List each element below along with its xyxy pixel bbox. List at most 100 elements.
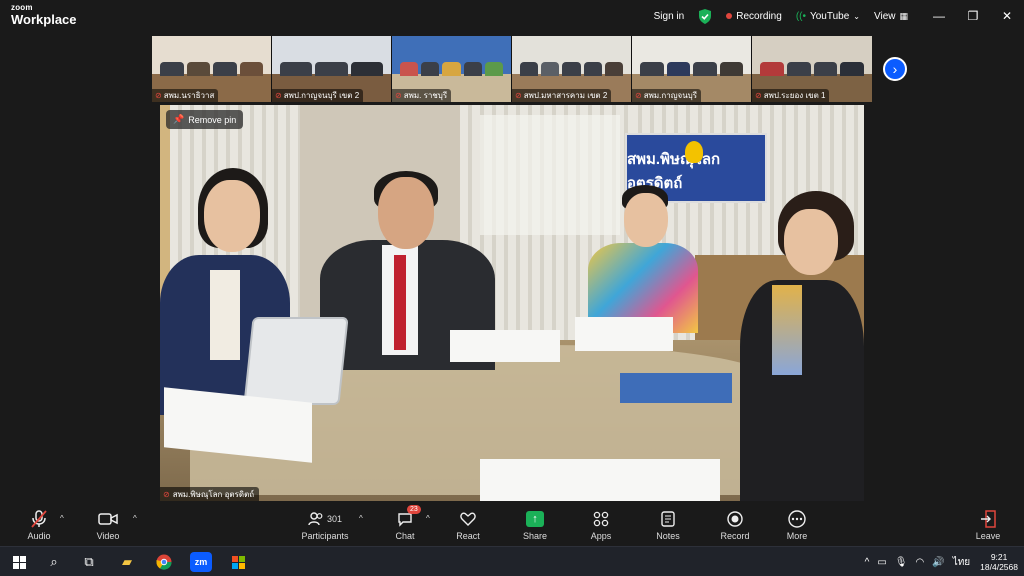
thumbnail-tile[interactable]: ⊘ สพม.นราธิวาส [152,36,272,102]
participants-options-chevron-icon[interactable]: ^ [359,514,363,523]
microphone-icon[interactable]: 🎙 [895,557,908,568]
react-label: React [456,531,480,541]
chat-label: Chat [395,531,415,541]
restore-button[interactable]: ❐ [956,0,990,32]
chat-button[interactable]: 23 Chat [377,505,433,541]
mic-muted-icon: ⊘ [275,91,282,100]
participant-thumbnail-strip: ⊘ สพม.นราธิวาส ⊘ สพป.กาญจนบุรี เขต 2 ⊘ สพม.… [152,36,872,102]
leave-label: Leave [975,531,1001,541]
view-label: View [873,10,896,22]
record-button[interactable]: Record [707,508,763,541]
mic-muted-icon: ⊘ [515,91,522,100]
file-explorer-icon[interactable]: ▰ [116,552,138,572]
thumbnail-label: สพป.กาญจนบุรี เขต 2 [283,91,360,100]
thumbnail-label: สพม.นราธิวาส [163,91,215,100]
thumbnail-label: สพป.มหาสารคาม เขต 2 [523,91,608,100]
wifi-icon[interactable]: ◠ [916,557,925,568]
windows-taskbar: ⌕ ⧉ ▰ zm ^ ▭ 🎙 ◠ 🔊 ไทย 9:21 18/4/2568 [0,546,1024,576]
leave-door-icon [980,508,996,530]
main-video-tile[interactable]: สพม.พิษณุโลก อุตรดิตถ์ ⊘ สพม.พิษณุโลก อุ… [160,105,864,501]
next-page-button[interactable]: › [883,57,907,81]
thumbnail-tile[interactable]: ⊘ สพม.กาญจนบุรี [632,36,752,102]
thumbnail-tile[interactable]: ⊘ สพป.ระยอง เขต 1 [752,36,872,102]
minimize-button[interactable]: — [922,0,956,32]
video-options-chevron-icon[interactable]: ^ [133,514,137,523]
close-icon: ✕ [1001,9,1013,23]
participant-name-tag: ⊘ สพม.พิษณุโลก อุตรดิตถ์ [160,487,260,501]
audio-label: Audio [27,531,51,541]
sign-logo-icon [685,141,703,163]
notes-icon [661,508,675,530]
clock-date: 18/4/2568 [980,562,1018,572]
live-stream-icon: ((• [795,10,806,22]
zoom-taskbar-icon[interactable]: zm [190,552,212,572]
participant-name: สพม.พิษณุโลก อุตรดิตถ์ [172,489,255,499]
participants-icon: 301 [308,508,342,530]
react-button[interactable]: React [440,508,496,541]
title-bar: zoom Workplace Sign in Recording ((• You… [0,0,1024,32]
more-button[interactable]: More [769,508,825,541]
close-button[interactable]: ✕ [990,0,1024,32]
pin-icon: 📌 [173,114,185,124]
participants-label: Participants [301,531,349,541]
share-screen-icon: ↑ [526,511,544,527]
task-view-icon[interactable]: ⧉ [78,552,100,572]
mic-muted-icon: ⊘ [155,91,162,100]
chevron-up-icon[interactable]: ^ [865,557,870,568]
thumbnail-tile[interactable]: ⊘ สพป.มหาสารคาม เขต 2 [512,36,632,102]
remove-pin-label: Remove pin [188,114,237,125]
leave-button[interactable]: Leave [960,508,1016,541]
record-label: Record [720,531,750,541]
grid-view-icon: ▦ [899,10,908,21]
chat-bubble-icon: 23 [397,505,421,530]
app-grid-icon[interactable] [227,552,249,572]
share-button[interactable]: ↑ Share [507,508,563,541]
sign-in-button[interactable]: Sign in [654,11,685,22]
security-shield-icon[interactable] [698,8,712,24]
participants-count: 301 [326,514,343,524]
recording-dot-icon [726,13,733,19]
thumbnail-label: สพม. ราชบุรี [403,91,448,100]
view-button[interactable]: View ▦ [874,11,908,22]
tray-app-icon[interactable]: ▭ [877,557,886,568]
chevron-right-icon: › [892,61,898,77]
record-icon [727,508,743,530]
recording-indicator[interactable]: Recording [726,11,782,22]
video-label: Video [96,531,120,541]
chat-options-chevron-icon[interactable]: ^ [426,514,430,523]
mic-muted-icon: ⊘ [755,91,762,100]
video-button[interactable]: Video [80,508,136,541]
input-language[interactable]: ไทย [953,555,970,570]
apps-button[interactable]: Apps [573,508,629,541]
sign-in-label: Sign in [653,10,685,22]
chat-unread-badge: 23 [407,505,421,514]
notes-button[interactable]: Notes [640,508,696,541]
remove-pin-button[interactable]: 📌 Remove pin [166,110,244,129]
audio-button[interactable]: Audio [11,508,67,541]
thumbnail-label: สพป.ระยอง เขต 1 [763,91,826,100]
more-dots-icon [788,508,806,530]
clock-time: 9:21 [990,551,1008,562]
more-label: More [786,531,808,541]
audio-options-chevron-icon[interactable]: ^ [60,514,64,523]
youtube-stream-button[interactable]: ((• YouTube ⌄ [796,11,860,22]
restore-icon: ❐ [967,9,979,23]
chrome-icon[interactable] [153,552,175,572]
recording-label: Recording [736,10,782,22]
thumbnail-tile[interactable]: ⊘ สพป.กาญจนบุรี เขต 2 [272,36,392,102]
brand-bottom: Workplace [11,12,77,27]
windows-start-icon[interactable] [8,552,30,572]
minimize-icon: — [933,9,945,23]
thumbnail-tile[interactable]: ⊘ สพม. ราชบุรี [392,36,512,102]
system-clock[interactable]: 9:21 18/4/2568 [980,552,1018,572]
chevron-down-icon: ⌄ [853,11,860,21]
thumbnail-label: สพม.กาญจนบุรี [643,91,698,100]
zoom-logo: zoom Workplace [11,3,77,27]
search-icon[interactable]: ⌕ [43,552,65,572]
apps-icon [593,508,609,530]
participants-button[interactable]: 301 Participants [294,508,356,541]
brand-top: zoom [11,3,33,12]
mic-muted-icon [31,508,47,530]
volume-icon[interactable]: 🔊 [932,557,944,568]
mic-muted-icon: ⊘ [395,91,402,100]
